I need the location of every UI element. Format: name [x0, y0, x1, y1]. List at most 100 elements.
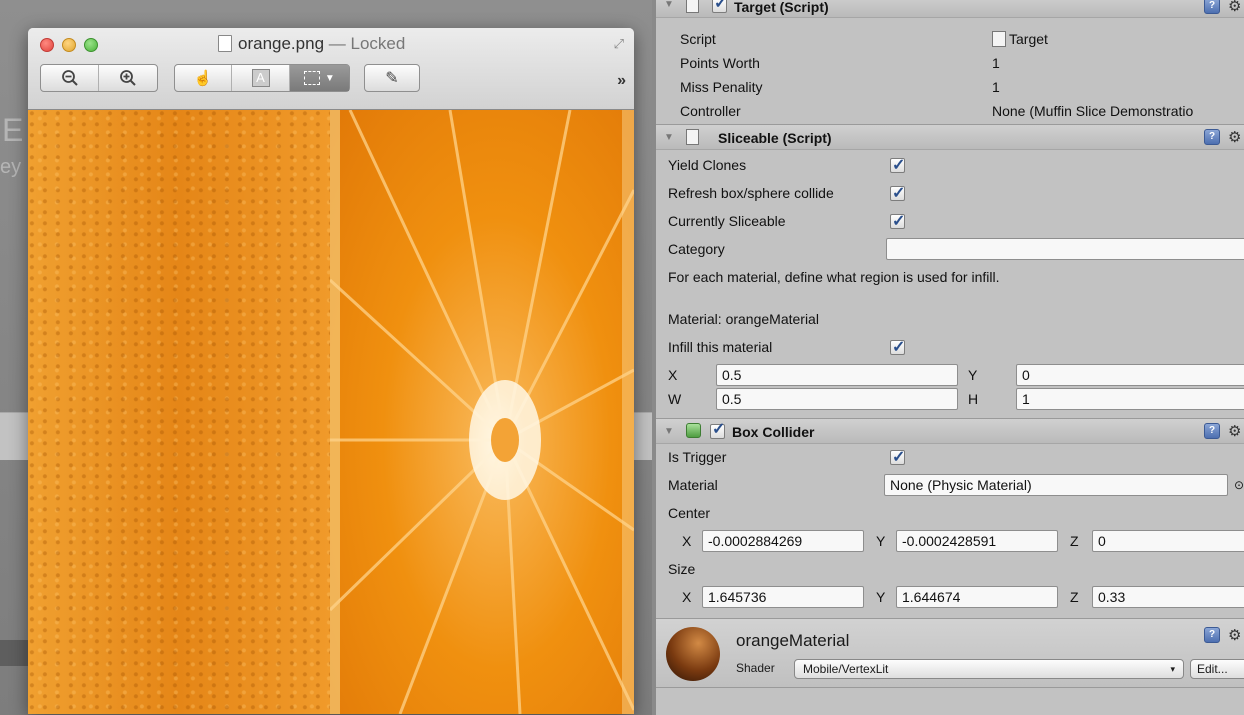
gear-icon[interactable]: ⚙ — [1228, 0, 1241, 15]
infill-this-label: Infill this material — [668, 339, 773, 355]
window-title-filename: orange.png — [238, 34, 325, 53]
text-select-button[interactable]: A — [232, 65, 290, 91]
w-label: W — [668, 391, 682, 407]
box-collider-header[interactable]: ▼ Box Collider ? ⚙ — [656, 418, 1244, 444]
size-xyz-row: X 1.645736 Y 1.644674 Z 0.33 — [656, 584, 1244, 610]
gear-icon[interactable]: ⚙ — [1228, 626, 1241, 644]
refresh-collider-label: Refresh box/sphere collide — [668, 185, 834, 201]
zoom-group — [40, 64, 158, 92]
shader-dropdown[interactable]: Mobile/VertexLit ▾ — [794, 659, 1184, 679]
currently-sliceable-row: Currently Sliceable — [656, 208, 1244, 235]
size-label-row: Size — [656, 556, 1244, 582]
is-trigger-checkbox[interactable] — [890, 445, 905, 471]
size-x-input[interactable]: 1.645736 — [702, 586, 864, 608]
collider-material-input[interactable]: None (Physic Material) — [884, 474, 1228, 496]
object-picker-icon[interactable]: ⊙ — [1234, 472, 1244, 498]
zoom-out-button[interactable] — [41, 65, 99, 91]
target-field-points-worth: Points Worth 1 — [656, 50, 1244, 76]
foldout-arrow-icon[interactable]: ▼ — [664, 132, 674, 143]
box-collider-enabled-checkbox[interactable] — [710, 419, 725, 439]
center-xyz-row: X -0.0002884269 Y -0.0002428591 Z 0 — [656, 528, 1244, 554]
field-value[interactable]: 1 — [992, 50, 1000, 76]
target-field-miss-penality: Miss Penality 1 — [656, 74, 1244, 100]
currently-sliceable-checkbox[interactable] — [890, 209, 905, 235]
script-icon — [686, 129, 699, 145]
preview-window: orange.png — Locked ⤢ ☝ A ▼ ✎ » — [28, 28, 634, 714]
dropdown-arrow-icon: ▾ — [1170, 664, 1175, 674]
gear-icon[interactable]: ⚙ — [1228, 128, 1241, 146]
edit-button[interactable]: ✎ — [365, 65, 419, 91]
close-button[interactable] — [40, 38, 54, 52]
infill-y-input[interactable]: 0 — [1016, 364, 1244, 386]
zoom-out-icon — [61, 70, 78, 86]
center-z-label: Z — [1070, 533, 1079, 549]
help-icon[interactable]: ? — [1204, 627, 1220, 643]
document-icon — [218, 35, 232, 52]
infill-note: For each material, define what region is… — [668, 269, 1000, 285]
orange-slice-image — [330, 110, 634, 714]
chevron-down-icon: ▼ — [324, 72, 335, 84]
infill-this-checkbox[interactable] — [890, 335, 905, 361]
gear-icon[interactable]: ⚙ — [1228, 422, 1241, 440]
window-titlebar: orange.png — Locked ⤢ ☝ A ▼ ✎ » — [28, 28, 634, 110]
hand-icon: ☝ — [193, 70, 213, 87]
infill-x-input[interactable]: 0.5 — [716, 364, 958, 386]
refresh-collider-checkbox[interactable] — [890, 181, 905, 207]
currently-sliceable-label: Currently Sliceable — [668, 213, 786, 229]
text-select-label: A — [251, 69, 270, 87]
zoom-button[interactable] — [84, 38, 98, 52]
infill-note-row: For each material, define what region is… — [656, 264, 1244, 290]
infill-xy-row: X 0.5 Y 0 — [656, 362, 1244, 388]
fullscreen-icon[interactable]: ⤢ — [614, 36, 624, 52]
rect-select-button[interactable]: ▼ — [289, 65, 349, 91]
help-icon[interactable]: ? — [1204, 423, 1220, 439]
center-z-input[interactable]: 0 — [1092, 530, 1244, 552]
infill-w-input[interactable]: 0.5 — [716, 388, 958, 410]
size-y-input[interactable]: 1.644674 — [896, 586, 1058, 608]
field-label: Script — [680, 31, 716, 47]
shader-value: Mobile/VertexLit — [803, 662, 889, 676]
material-preview-section: orangeMaterial Shader Mobile/VertexLit ▾… — [656, 618, 1244, 688]
edit-group: ✎ — [364, 64, 420, 92]
script-icon — [686, 0, 699, 13]
target-script-header[interactable]: ▼ Target (Script) ? ⚙ — [656, 0, 1244, 18]
zoom-in-button[interactable] — [99, 65, 157, 91]
background-text-fragment: ey — [0, 156, 22, 178]
yield-clones-checkbox[interactable] — [890, 153, 905, 179]
help-icon[interactable]: ? — [1204, 129, 1220, 145]
foldout-arrow-icon[interactable]: ▼ — [664, 0, 674, 10]
h-label: H — [968, 391, 979, 407]
shader-edit-button[interactable]: Edit... — [1190, 659, 1244, 679]
field-value[interactable]: Target — [992, 26, 1048, 52]
field-label: Points Worth — [680, 55, 760, 71]
help-icon[interactable]: ? — [1204, 0, 1220, 14]
target-script-title: Target (Script) — [734, 0, 829, 15]
yield-clones-label: Yield Clones — [668, 157, 747, 173]
sliceable-script-header[interactable]: ▼ Sliceable (Script) ? ⚙ — [656, 124, 1244, 150]
center-label-row: Center — [656, 500, 1244, 526]
hand-tool-button[interactable]: ☝ — [175, 65, 233, 91]
is-trigger-row: Is Trigger — [656, 444, 1244, 471]
field-value[interactable]: None (Muffin Slice Demonstratio — [992, 98, 1193, 124]
collider-material-row: Material None (Physic Material) ⊙ — [656, 472, 1244, 498]
size-z-input[interactable]: 0.33 — [1092, 586, 1244, 608]
center-y-input[interactable]: -0.0002428591 — [896, 530, 1058, 552]
center-x-input[interactable]: -0.0002884269 — [702, 530, 864, 552]
category-row: Category — [656, 236, 1244, 262]
foldout-arrow-icon[interactable]: ▼ — [664, 426, 674, 437]
infill-wh-row: W 0.5 H 1 — [656, 386, 1244, 412]
category-label: Category — [668, 241, 725, 257]
field-label: Controller — [680, 103, 741, 119]
orange-flesh-texture — [330, 110, 634, 714]
category-input[interactable] — [886, 238, 1244, 260]
center-x-label: X — [682, 533, 692, 549]
window-title: orange.png — Locked — [218, 34, 405, 54]
inspector-panel: ▼ Target (Script) ? ⚙ Script Target Poin… — [652, 0, 1244, 715]
infill-h-input[interactable]: 1 — [1016, 388, 1244, 410]
field-value[interactable]: 1 — [992, 74, 1000, 100]
toolbar-overflow-button[interactable]: » — [617, 72, 626, 90]
minimize-button[interactable] — [62, 38, 76, 52]
cs-script-icon — [992, 31, 1006, 47]
box-collider-title: Box Collider — [732, 424, 815, 440]
target-enabled-checkbox[interactable] — [712, 0, 727, 13]
